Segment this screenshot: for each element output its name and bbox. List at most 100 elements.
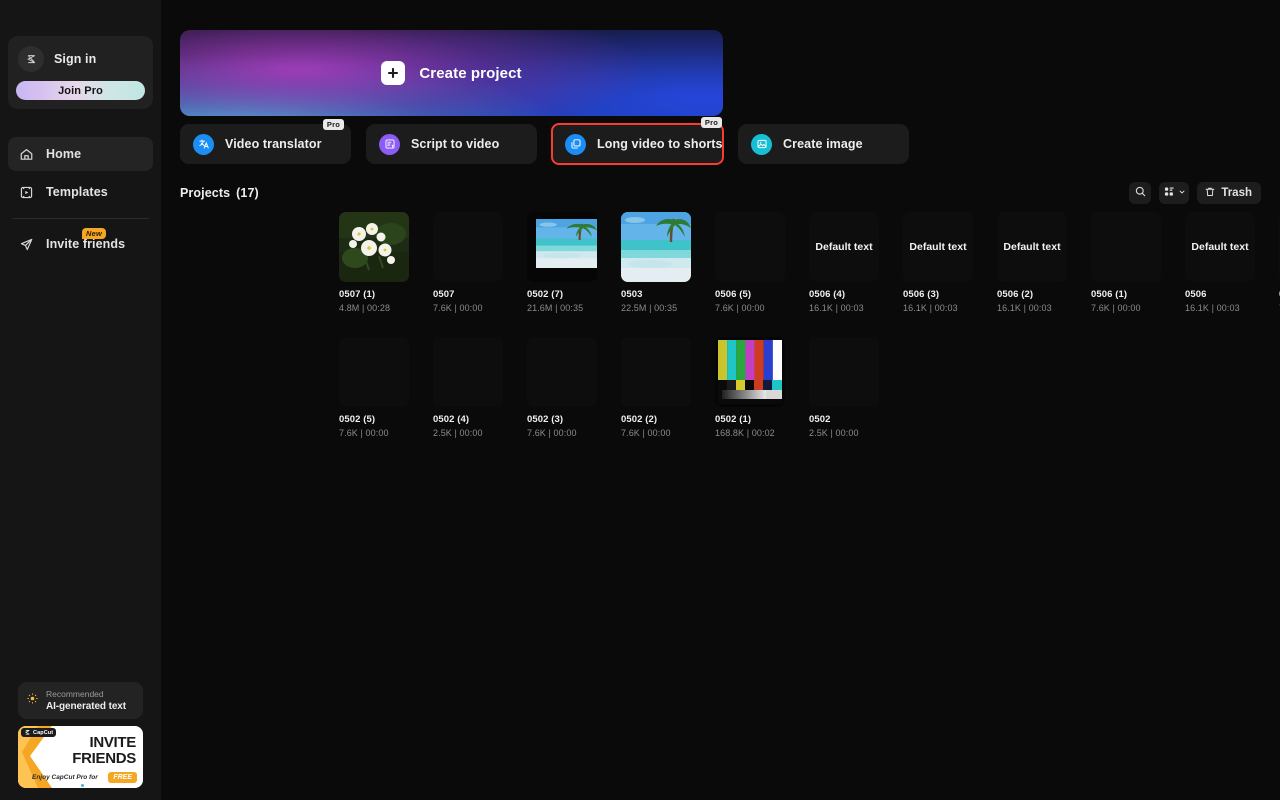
project-thumbnail[interactable] [1091,212,1161,282]
recommended-label: Recommended [46,688,126,700]
capcut-logo: CapCut [21,728,56,737]
sign-in-button[interactable]: Sign in [16,44,145,81]
project-thumbnail[interactable]: Default text [903,212,973,282]
project-card[interactable]: 0507 (1) 4.8M | 00:28 [339,212,409,313]
new-badge: New [82,228,106,239]
project-thumbnail[interactable] [621,212,691,282]
feature-card-video-translator[interactable]: Video translator Pro [180,124,351,164]
sidebar: Sign in Join Pro Home [0,0,161,800]
project-thumbnail[interactable] [339,212,409,282]
project-thumbnail[interactable] [715,337,785,407]
sidebar-item-home[interactable]: Home [8,137,153,171]
view-options-button[interactable] [1159,182,1189,204]
project-thumbnail[interactable] [433,212,503,282]
project-thumbnail[interactable] [809,337,879,407]
sidebar-nav: Home Templates [0,137,161,261]
projects-toolbar: Trash [1129,182,1261,204]
project-card[interactable]: Default text 0506 16.1K | 00:03 [1185,212,1255,313]
feature-card-long-video-to-shorts[interactable]: Long video to shorts Pro [552,124,723,164]
pro-badge: Pro [701,117,722,128]
sidebar-item-invite-friends[interactable]: Invite friends New [8,227,153,261]
image-icon [751,134,772,155]
project-card[interactable]: 0507 7.6K | 00:00 [433,212,503,313]
project-name: 0502 (2) [621,414,691,425]
sign-in-label: Sign in [54,52,96,66]
project-thumbnail[interactable] [527,337,597,407]
projects-header: Projects (17) [180,182,1261,204]
project-thumbnail[interactable]: Default text [997,212,1067,282]
project-card[interactable]: 0506 (1) 7.6K | 00:00 [1091,212,1161,313]
project-meta: 16.1K | 00:03 [809,303,879,313]
project-card[interactable]: Default text 0506 (3) 16.1K | 00:03 [903,212,973,313]
sidebar-item-label: Home [46,147,81,161]
project-name: 0507 (1) [339,289,409,300]
project-card[interactable]: 0502 (2) 7.6K | 00:00 [621,337,691,438]
project-card[interactable]: 0502 2.5K | 00:00 [809,337,879,438]
project-name: 0506 (2) [997,289,1067,300]
join-pro-button[interactable]: Join Pro [16,81,145,100]
project-thumbnail[interactable] [339,337,409,407]
project-meta: 7.6K | 00:00 [527,428,597,438]
create-project-banner[interactable]: Create project [180,30,723,116]
project-card[interactable]: 0502 (3) 7.6K | 00:00 [527,337,597,438]
projects-title: Projects [180,186,230,200]
sidebar-item-label: Invite friends [46,237,125,251]
templates-icon [18,184,35,201]
project-thumbnail[interactable] [621,337,691,407]
project-meta: 16.1K | 00:03 [1185,303,1255,313]
project-card[interactable]: Default text 0506 (4) 16.1K | 00:03 [809,212,879,313]
project-card[interactable]: 0502 (1) 168.8K | 00:02 [715,337,785,438]
lightbulb-icon [26,692,39,710]
recommended-card[interactable]: Recommended AI-generated text [18,682,143,719]
projects-grid: 0507 (1) 4.8M | 00:28 0507 7.6K | 00:00 [339,212,1280,438]
project-name: 0502 (1) [715,414,785,425]
shorts-icon [565,134,586,155]
project-thumbnail[interactable] [433,337,503,407]
project-card[interactable]: 0503 22.5M | 00:35 [621,212,691,313]
project-thumbnail[interactable]: Default text [1185,212,1255,282]
feature-card-label: Create image [783,137,863,151]
project-thumbnail[interactable]: Default text [809,212,879,282]
carousel-dot[interactable] [81,784,84,787]
thumbnail-overlay-text: Default text [809,212,879,282]
project-meta: 168.8K | 00:02 [715,428,785,438]
feature-card-row: Video translator Pro Script to video [180,124,909,164]
project-name: 0502 (3) [527,414,597,425]
project-card[interactable]: 0502 (4) 2.5K | 00:00 [433,337,503,438]
home-icon [18,146,35,163]
project-meta: 7.6K | 00:00 [339,428,409,438]
project-card[interactable]: 0502 (7) 21.6M | 00:35 [527,212,597,313]
script-icon [379,134,400,155]
project-name: 0502 [809,414,879,425]
project-meta: 2.5K | 00:00 [809,428,879,438]
project-card[interactable]: 0506 (5) 7.6K | 00:00 [715,212,785,313]
create-project-label: Create project [419,65,521,82]
thumbnail-overlay-text: Default text [997,212,1067,282]
project-meta: 7.6K | 00:00 [715,303,785,313]
invite-friends-banner[interactable]: CapCut INVITE FRIENDS Enjoy CapCut Pro f… [18,726,143,788]
feature-card-script-to-video[interactable]: Script to video [366,124,537,164]
project-name: 0502 (7) [527,289,597,300]
feature-card-create-image[interactable]: Create image [738,124,909,164]
project-thumbnail[interactable] [527,212,597,282]
trash-button[interactable]: Trash [1197,182,1261,204]
main-content: Create project Video translator Pro [161,0,1280,800]
invite-line-2: FRIENDS [72,750,136,767]
project-name: 0507 [433,289,503,300]
feature-card-label: Script to video [411,137,499,151]
project-meta: 7.6K | 00:00 [621,428,691,438]
project-card[interactable]: 0502 (5) 7.6K | 00:00 [339,337,409,438]
project-meta: 21.6M | 00:35 [527,303,597,313]
project-meta: 7.6K | 00:00 [1091,303,1161,313]
search-button[interactable] [1129,182,1151,204]
sidebar-promo: Recommended AI-generated text CapCut INV… [18,682,143,788]
project-name: 0502 (4) [433,414,503,425]
thumbnail-image [621,212,691,282]
translate-icon [193,134,214,155]
search-icon [1134,185,1147,201]
project-thumbnail[interactable] [715,212,785,282]
grid-view-icon [1163,185,1176,201]
project-card[interactable]: Default text 0506 (2) 16.1K | 00:03 [997,212,1067,313]
sidebar-item-templates[interactable]: Templates [8,175,153,209]
invite-line-1: INVITE [89,734,136,751]
